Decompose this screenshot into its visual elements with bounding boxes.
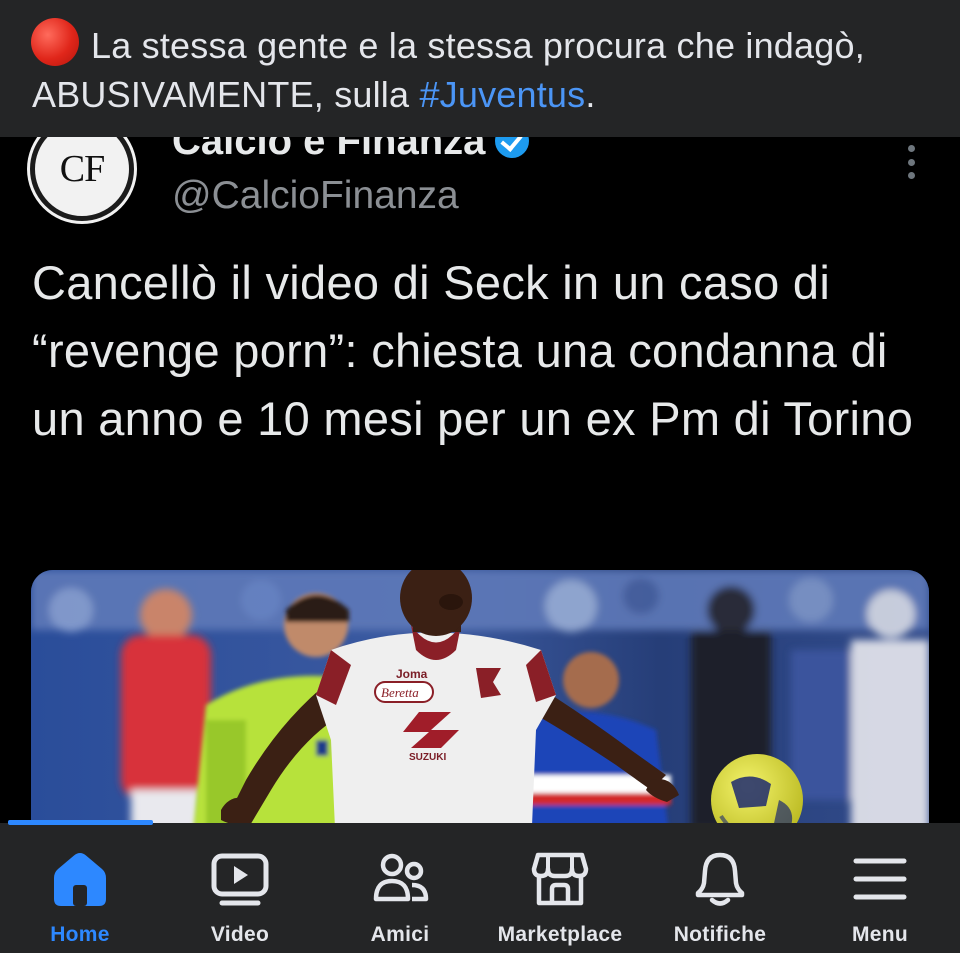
jersey-sponsor: Beretta	[381, 685, 419, 700]
tab-marketplace[interactable]: Marketplace	[480, 823, 640, 953]
tab-label: Video	[210, 923, 270, 946]
jersey-chest: SUZUKI	[409, 752, 446, 763]
post-caption: La stessa gente e la stessa procura che …	[0, 0, 960, 137]
more-options-icon	[908, 145, 916, 179]
embedded-tweet[interactable]: CF Calcio e Finanza @CalcioFinanza Cance…	[0, 137, 960, 823]
tweet-text: Cancellò il video di Seck in un caso di …	[32, 256, 914, 445]
avatar-logo: CF	[59, 148, 105, 190]
home-icon	[54, 853, 106, 906]
tweet-display-name: Calcio e Finanza	[172, 137, 530, 165]
jersey-brand: Joma	[396, 667, 428, 681]
bottom-tab-bar: Home Video Amici Marketplace Notifiche M…	[0, 820, 960, 953]
verified-badge-icon	[495, 137, 530, 158]
tab-amici[interactable]: Amici	[320, 823, 480, 953]
bell-icon	[695, 852, 745, 906]
display-name-text: Calcio e Finanza	[172, 137, 486, 163]
tab-home[interactable]: Home	[0, 823, 160, 953]
tab-label: Notifiche	[673, 923, 767, 946]
video-icon	[211, 853, 269, 906]
marketplace-icon	[531, 852, 589, 906]
tab-notifiche[interactable]: Notifiche	[640, 823, 800, 953]
hashtag-link[interactable]: #Juventus	[419, 74, 585, 115]
menu-icon	[853, 858, 907, 900]
caption-end: .	[585, 74, 596, 115]
tweet-handle: @CalcioFinanza	[172, 174, 459, 217]
tweet-photo: Joma Beretta SUZUKI	[31, 570, 929, 823]
tab-label: Home	[50, 923, 110, 946]
tab-menu[interactable]: Menu	[800, 823, 960, 953]
avatar: CF	[30, 137, 134, 221]
tab-label: Amici	[370, 923, 430, 946]
friends-icon	[373, 853, 429, 902]
red-circle-icon	[31, 18, 79, 66]
tab-label: Menu	[851, 923, 909, 946]
facebook-post-screen: La stessa gente e la stessa procura che …	[0, 0, 960, 953]
tab-label: Marketplace	[497, 923, 623, 946]
tab-video[interactable]: Video	[160, 823, 320, 953]
